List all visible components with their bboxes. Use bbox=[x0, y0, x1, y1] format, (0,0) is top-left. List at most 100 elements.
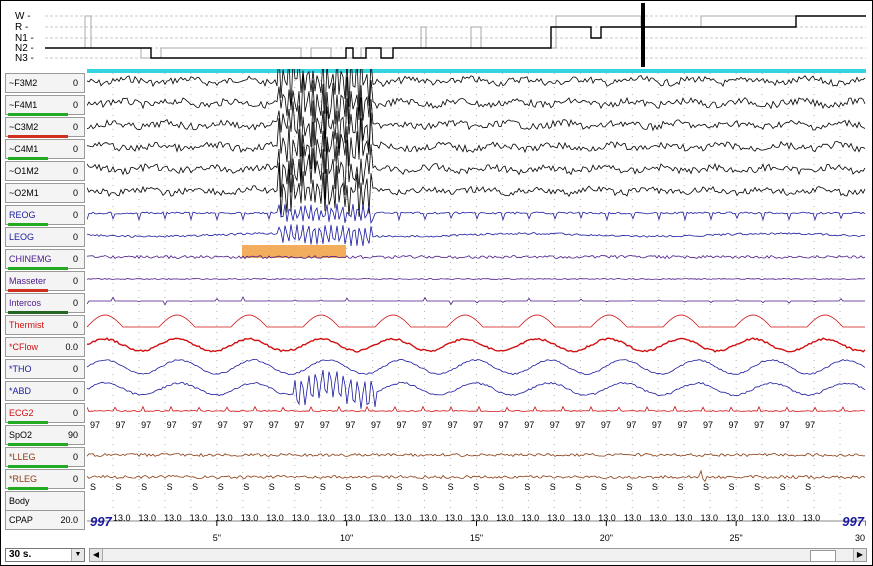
channel-label-leog[interactable]: LEOG 0 bbox=[5, 227, 85, 247]
channel-label-body[interactable]: Body bbox=[5, 491, 85, 511]
spo2-value: 97 bbox=[192, 420, 202, 430]
channel-scale: 0 bbox=[72, 100, 78, 110]
body-position-value: S bbox=[345, 482, 351, 492]
hypnogram-panel: W -R -N1 -N2 -N3 - bbox=[15, 3, 866, 67]
spo2-value: 97 bbox=[652, 420, 662, 430]
channel-label-thermist[interactable]: Thermist 0 bbox=[5, 315, 85, 335]
cpap-value: 13.0 bbox=[624, 513, 642, 523]
time-tick-label: 15" bbox=[470, 533, 483, 543]
time-range-select[interactable]: 30 s. ▼ bbox=[5, 548, 85, 562]
stage-label: R - bbox=[15, 22, 28, 33]
event-marker[interactable] bbox=[242, 245, 346, 258]
channel-scale: 0 bbox=[72, 188, 78, 198]
channel-scale: 0 bbox=[72, 386, 78, 396]
channel-label-masseter[interactable]: Masseter 0 bbox=[5, 271, 85, 292]
horizontal-scrollbar[interactable]: ◀ ▶ bbox=[89, 548, 867, 562]
channel-label-rleg[interactable]: *RLEG 0 bbox=[5, 469, 85, 490]
channel-name: Body bbox=[9, 496, 30, 506]
channel-scale: 90 bbox=[67, 430, 78, 440]
spo2-value: 97 bbox=[294, 420, 304, 430]
epoch-number-left: 997 bbox=[90, 514, 112, 529]
spo2-value: 97 bbox=[320, 420, 330, 430]
channel-label-cpap[interactable]: CPAP 20.0 bbox=[5, 510, 85, 530]
channel-label-abd[interactable]: *ABD 0 bbox=[5, 381, 85, 401]
body-position-value: S bbox=[780, 482, 786, 492]
channel-bar bbox=[8, 443, 68, 446]
body-position-value: S bbox=[754, 482, 760, 492]
body-position-value: S bbox=[371, 482, 377, 492]
channel-label-f3m2[interactable]: ~F3M2 0 bbox=[5, 73, 85, 93]
channel-label-cflow[interactable]: *CFlow 0.0 bbox=[5, 337, 85, 357]
spo2-value: 97 bbox=[396, 420, 406, 430]
channel-scale: 0 bbox=[72, 408, 78, 418]
body-position-value: S bbox=[243, 482, 249, 492]
cpap-value: 13.0 bbox=[598, 513, 616, 523]
body-position-value: S bbox=[729, 482, 735, 492]
channel-name: ~F4M1 bbox=[9, 100, 38, 110]
cpap-value: 13.0 bbox=[164, 513, 182, 523]
channel-scale: 0 bbox=[72, 474, 78, 484]
channel-label-tho[interactable]: *THO 0 bbox=[5, 359, 85, 379]
channel-scale: 0 bbox=[72, 210, 78, 220]
channel-label-ecg2[interactable]: ECG2 0 bbox=[5, 403, 85, 424]
channel-label-lleg[interactable]: *LLEG 0 bbox=[5, 447, 85, 468]
channel-scale: 0 bbox=[72, 298, 78, 308]
cpap-value: 13.0 bbox=[777, 513, 795, 523]
channel-name: Intercos bbox=[9, 298, 42, 308]
spo2-value: 97 bbox=[601, 420, 611, 430]
bottom-bar: 30 s. ▼ ◀ ▶ bbox=[1, 546, 872, 565]
body-position-value: S bbox=[524, 482, 530, 492]
spo2-value: 97 bbox=[473, 420, 483, 430]
channel-label-chinemg[interactable]: CHINEMG 0 bbox=[5, 249, 85, 270]
time-tick-label: 10" bbox=[340, 533, 353, 543]
channel-label-spo2[interactable]: SpO2 90 bbox=[5, 425, 85, 446]
channel-label-o1m2[interactable]: ~O1M2 0 bbox=[5, 161, 85, 181]
time-tick-label: 5" bbox=[213, 533, 221, 543]
scroll-thumb[interactable] bbox=[810, 550, 836, 562]
channel-label-c4m1[interactable]: ~C4M1 0 bbox=[5, 139, 85, 160]
spo2-value: 97 bbox=[805, 420, 815, 430]
cpap-value: 13.0 bbox=[522, 513, 540, 523]
body-position-value: S bbox=[218, 482, 224, 492]
channel-name: *THO bbox=[9, 364, 32, 374]
channel-name: SpO2 bbox=[9, 430, 33, 440]
channel-label-f4m1[interactable]: ~F4M1 0 bbox=[5, 95, 85, 116]
channel-bar bbox=[8, 421, 48, 424]
body-position-value: S bbox=[448, 482, 454, 492]
cpap-value: 13.0 bbox=[292, 513, 310, 523]
channel-bar bbox=[8, 223, 48, 226]
time-tick-label: 20" bbox=[600, 533, 613, 543]
time-tick-label: 25" bbox=[730, 533, 743, 543]
channel-bar bbox=[8, 487, 48, 490]
body-position-value: S bbox=[141, 482, 147, 492]
cpap-value: 13.0 bbox=[752, 513, 770, 523]
spo2-value: 97 bbox=[780, 420, 790, 430]
spo2-value: 97 bbox=[575, 420, 585, 430]
time-range-value: 30 s. bbox=[9, 549, 32, 560]
channel-label-intercos[interactable]: Intercos 0 bbox=[5, 293, 85, 314]
cpap-value: 13.0 bbox=[419, 513, 437, 523]
channel-label-o2m1[interactable]: ~O2M1 0 bbox=[5, 183, 85, 203]
channel-name: REOG bbox=[9, 210, 36, 220]
body-position-value: S bbox=[167, 482, 173, 492]
channel-label-reog[interactable]: REOG 0 bbox=[5, 205, 85, 226]
cpap-value: 13.0 bbox=[700, 513, 718, 523]
channel-scale: 0 bbox=[72, 452, 78, 462]
spo2-value: 97 bbox=[116, 420, 126, 430]
body-position-value: S bbox=[320, 482, 326, 492]
epoch-stage-bar bbox=[87, 69, 866, 73]
current-epoch-cursor[interactable] bbox=[641, 3, 645, 67]
cpap-value: 13.0 bbox=[113, 513, 131, 523]
spo2-value: 97 bbox=[422, 420, 432, 430]
scroll-right-icon[interactable]: ▶ bbox=[853, 549, 866, 561]
channel-name: ~F3M2 bbox=[9, 78, 38, 88]
channel-label-c3m2[interactable]: ~C3M2 0 bbox=[5, 117, 85, 138]
spo2-value: 97 bbox=[550, 420, 560, 430]
signal-plot[interactable]: 5" 10" 15" 20" 25" 30 97 S 97 S 97 S 97 S 97 S 97 S 97 S 97 S… bbox=[87, 69, 866, 545]
chevron-down-icon[interactable]: ▼ bbox=[71, 549, 84, 561]
body-position-value: S bbox=[626, 482, 632, 492]
channel-name: *ABD bbox=[9, 386, 32, 396]
cpap-value: 13.0 bbox=[215, 513, 233, 523]
body-position-value: S bbox=[677, 482, 683, 492]
scroll-left-icon[interactable]: ◀ bbox=[90, 549, 103, 561]
